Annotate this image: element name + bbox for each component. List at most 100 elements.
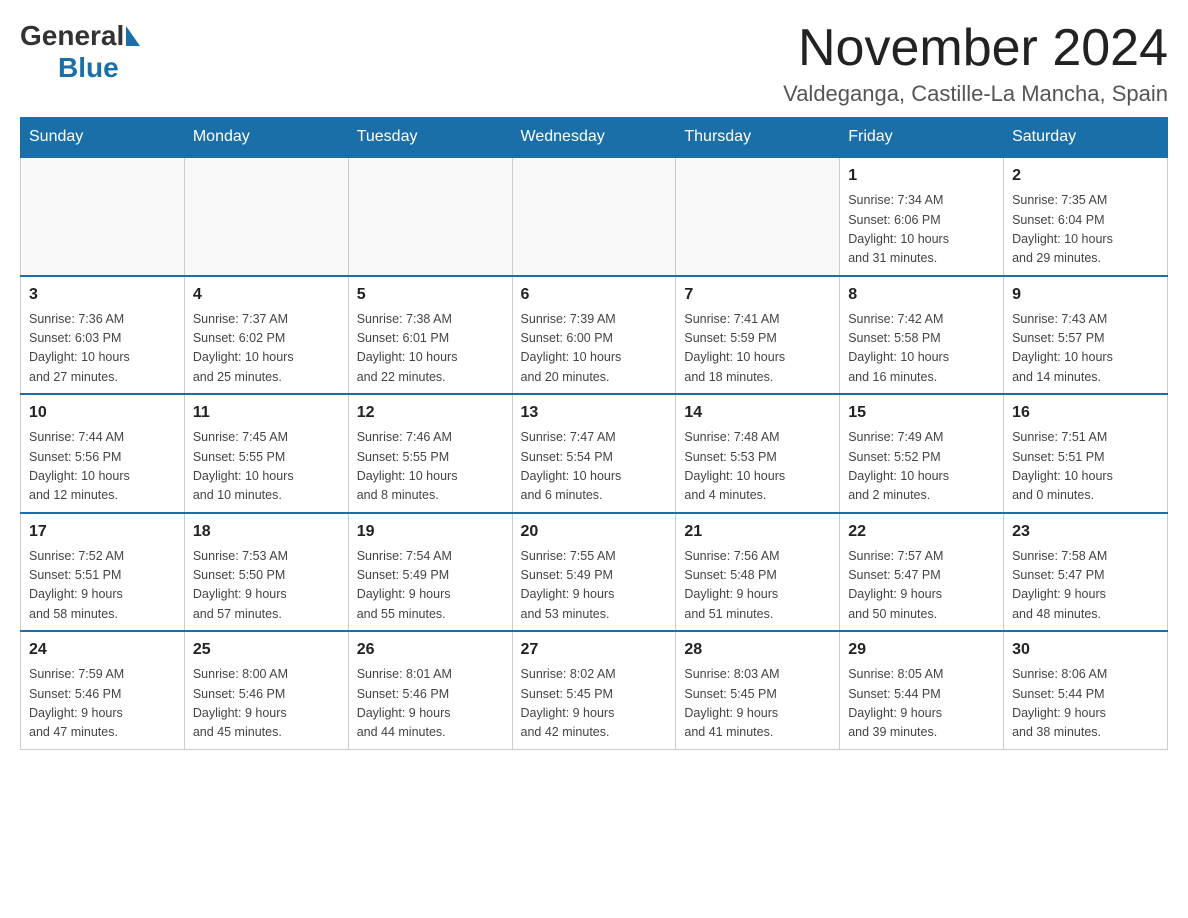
week-row-2: 3 Sunrise: 7:36 AMSunset: 6:03 PMDaylight… xyxy=(21,276,1168,395)
day-number: 3 xyxy=(29,283,176,307)
day-number: 25 xyxy=(193,638,340,662)
calendar-cell: 18 Sunrise: 7:53 AMSunset: 5:50 PMDayligh… xyxy=(184,513,348,632)
day-number: 30 xyxy=(1012,638,1159,662)
logo-blue-text: Blue xyxy=(58,52,119,83)
day-number: 19 xyxy=(357,520,504,544)
calendar-cell: 16Sunrise: 7:51 AMSunset: 5:51 PMDayligh… xyxy=(1004,394,1168,513)
calendar-cell: 13Sunrise: 7:47 AMSunset: 5:54 PMDayligh… xyxy=(512,394,676,513)
calendar-cell: 4Sunrise: 7:37 AMSunset: 6:02 PMDaylight… xyxy=(184,276,348,395)
calendar-cell: 6 Sunrise: 7:39 AMSunset: 6:00 PMDaylight… xyxy=(512,276,676,395)
day-number: 6 xyxy=(521,283,668,307)
day-number: 11 xyxy=(193,401,340,425)
calendar-header-sunday: Sunday xyxy=(21,118,185,158)
day-info: Sunrise: 7:41 AMSunset: 5:59 PMDaylight:… xyxy=(684,310,831,388)
day-info: Sunrise: 7:52 AMSunset: 5:51 PMDaylight:… xyxy=(29,547,176,625)
calendar-cell xyxy=(184,157,348,276)
calendar-cell: 29 Sunrise: 8:05 AMSunset: 5:44 PMDayligh… xyxy=(840,631,1004,749)
week-row-3: 10Sunrise: 7:44 AMSunset: 5:56 PMDayligh… xyxy=(21,394,1168,513)
day-number: 10 xyxy=(29,401,176,425)
day-info: Sunrise: 8:03 AMSunset: 5:45 PMDaylight:… xyxy=(684,665,831,743)
day-number: 26 xyxy=(357,638,504,662)
day-info: Sunrise: 8:01 AMSunset: 5:46 PMDaylight:… xyxy=(357,665,504,743)
calendar-cell: 22 Sunrise: 7:57 AMSunset: 5:47 PMDayligh… xyxy=(840,513,1004,632)
day-number: 29 xyxy=(848,638,995,662)
calendar-cell: 27 Sunrise: 8:02 AMSunset: 5:45 PMDayligh… xyxy=(512,631,676,749)
calendar-header-wednesday: Wednesday xyxy=(512,118,676,158)
calendar-cell: 24 Sunrise: 7:59 AMSunset: 5:46 PMDayligh… xyxy=(21,631,185,749)
week-row-5: 24 Sunrise: 7:59 AMSunset: 5:46 PMDayligh… xyxy=(21,631,1168,749)
title-area: November 2024 Valdeganga, Castille-La Ma… xyxy=(783,20,1168,107)
calendar-header-tuesday: Tuesday xyxy=(348,118,512,158)
calendar-cell: 30 Sunrise: 8:06 AMSunset: 5:44 PMDayligh… xyxy=(1004,631,1168,749)
day-number: 20 xyxy=(521,520,668,544)
calendar-header-monday: Monday xyxy=(184,118,348,158)
calendar-cell: 14Sunrise: 7:48 AMSunset: 5:53 PMDayligh… xyxy=(676,394,840,513)
calendar-cell: 11 Sunrise: 7:45 AMSunset: 5:55 PMDayligh… xyxy=(184,394,348,513)
day-number: 15 xyxy=(848,401,995,425)
day-info: Sunrise: 7:53 AMSunset: 5:50 PMDaylight:… xyxy=(193,547,340,625)
calendar-cell: 8 Sunrise: 7:42 AMSunset: 5:58 PMDaylight… xyxy=(840,276,1004,395)
day-number: 24 xyxy=(29,638,176,662)
day-info: Sunrise: 7:51 AMSunset: 5:51 PMDaylight:… xyxy=(1012,428,1159,506)
location-text: Valdeganga, Castille-La Mancha, Spain xyxy=(783,81,1168,107)
week-row-4: 17 Sunrise: 7:52 AMSunset: 5:51 PMDayligh… xyxy=(21,513,1168,632)
calendar-cell xyxy=(512,157,676,276)
day-info: Sunrise: 7:46 AMSunset: 5:55 PMDaylight:… xyxy=(357,428,504,506)
calendar-header-saturday: Saturday xyxy=(1004,118,1168,158)
day-info: Sunrise: 7:34 AMSunset: 6:06 PMDaylight:… xyxy=(848,191,995,269)
calendar-cell: 3 Sunrise: 7:36 AMSunset: 6:03 PMDaylight… xyxy=(21,276,185,395)
calendar-cell: 1 Sunrise: 7:34 AMSunset: 6:06 PMDaylight… xyxy=(840,157,1004,276)
calendar-cell xyxy=(21,157,185,276)
day-info: Sunrise: 7:35 AMSunset: 6:04 PMDaylight:… xyxy=(1012,191,1159,269)
calendar-cell: 23Sunrise: 7:58 AMSunset: 5:47 PMDayligh… xyxy=(1004,513,1168,632)
day-info: Sunrise: 8:05 AMSunset: 5:44 PMDaylight:… xyxy=(848,665,995,743)
day-number: 27 xyxy=(521,638,668,662)
calendar-header-row: SundayMondayTuesdayWednesdayThursdayFrid… xyxy=(21,118,1168,158)
day-number: 8 xyxy=(848,283,995,307)
day-info: Sunrise: 8:02 AMSunset: 5:45 PMDaylight:… xyxy=(521,665,668,743)
day-info: Sunrise: 8:00 AMSunset: 5:46 PMDaylight:… xyxy=(193,665,340,743)
logo: General Blue xyxy=(20,20,142,84)
day-number: 12 xyxy=(357,401,504,425)
day-number: 28 xyxy=(684,638,831,662)
calendar-cell: 9 Sunrise: 7:43 AMSunset: 5:57 PMDaylight… xyxy=(1004,276,1168,395)
day-number: 1 xyxy=(848,164,995,188)
day-number: 21 xyxy=(684,520,831,544)
day-info: Sunrise: 7:42 AMSunset: 5:58 PMDaylight:… xyxy=(848,310,995,388)
day-number: 23 xyxy=(1012,520,1159,544)
day-number: 2 xyxy=(1012,164,1159,188)
calendar-cell: 25 Sunrise: 8:00 AMSunset: 5:46 PMDayligh… xyxy=(184,631,348,749)
day-number: 7 xyxy=(684,283,831,307)
day-info: Sunrise: 7:45 AMSunset: 5:55 PMDaylight:… xyxy=(193,428,340,506)
calendar-header-friday: Friday xyxy=(840,118,1004,158)
calendar-cell: 26 Sunrise: 8:01 AMSunset: 5:46 PMDayligh… xyxy=(348,631,512,749)
page-header: General Blue November 2024 Valdeganga, C… xyxy=(20,20,1168,107)
day-info: Sunrise: 7:36 AMSunset: 6:03 PMDaylight:… xyxy=(29,310,176,388)
day-number: 22 xyxy=(848,520,995,544)
calendar-cell: 28 Sunrise: 8:03 AMSunset: 5:45 PMDayligh… xyxy=(676,631,840,749)
day-number: 18 xyxy=(193,520,340,544)
day-number: 4 xyxy=(193,283,340,307)
calendar-table: SundayMondayTuesdayWednesdayThursdayFrid… xyxy=(20,117,1168,750)
day-info: Sunrise: 7:47 AMSunset: 5:54 PMDaylight:… xyxy=(521,428,668,506)
calendar-cell: 15Sunrise: 7:49 AMSunset: 5:52 PMDayligh… xyxy=(840,394,1004,513)
day-number: 9 xyxy=(1012,283,1159,307)
day-number: 17 xyxy=(29,520,176,544)
calendar-cell xyxy=(676,157,840,276)
logo-general-text: General xyxy=(20,20,124,52)
day-info: Sunrise: 7:43 AMSunset: 5:57 PMDaylight:… xyxy=(1012,310,1159,388)
day-info: Sunrise: 7:38 AMSunset: 6:01 PMDaylight:… xyxy=(357,310,504,388)
day-number: 5 xyxy=(357,283,504,307)
calendar-cell: 21Sunrise: 7:56 AMSunset: 5:48 PMDayligh… xyxy=(676,513,840,632)
day-info: Sunrise: 7:39 AMSunset: 6:00 PMDaylight:… xyxy=(521,310,668,388)
calendar-cell: 2 Sunrise: 7:35 AMSunset: 6:04 PMDaylight… xyxy=(1004,157,1168,276)
calendar-cell: 5 Sunrise: 7:38 AMSunset: 6:01 PMDaylight… xyxy=(348,276,512,395)
day-info: Sunrise: 8:06 AMSunset: 5:44 PMDaylight:… xyxy=(1012,665,1159,743)
day-info: Sunrise: 7:57 AMSunset: 5:47 PMDaylight:… xyxy=(848,547,995,625)
calendar-cell: 20Sunrise: 7:55 AMSunset: 5:49 PMDayligh… xyxy=(512,513,676,632)
calendar-cell: 7 Sunrise: 7:41 AMSunset: 5:59 PMDaylight… xyxy=(676,276,840,395)
calendar-cell: 12 Sunrise: 7:46 AMSunset: 5:55 PMDayligh… xyxy=(348,394,512,513)
calendar-header-thursday: Thursday xyxy=(676,118,840,158)
day-info: Sunrise: 7:59 AMSunset: 5:46 PMDaylight:… xyxy=(29,665,176,743)
calendar-cell: 19Sunrise: 7:54 AMSunset: 5:49 PMDayligh… xyxy=(348,513,512,632)
